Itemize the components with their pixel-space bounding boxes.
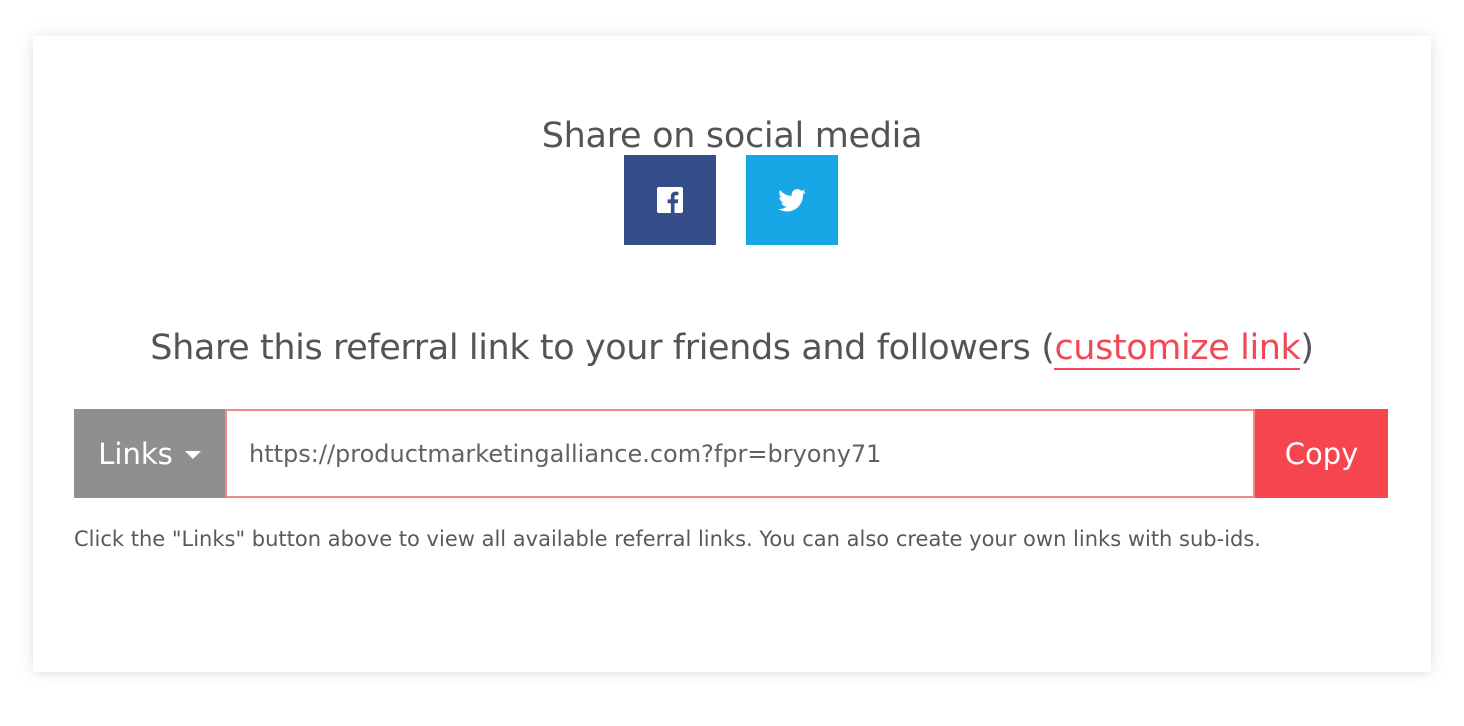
links-button-label: Links xyxy=(98,436,173,471)
social-title: Share on social media xyxy=(541,116,923,156)
copy-button[interactable]: Copy xyxy=(1255,409,1388,498)
referral-card: Share on social media Share this referra… xyxy=(33,36,1431,672)
facebook-share-button[interactable] xyxy=(624,155,716,245)
twitter-icon xyxy=(778,188,806,212)
facebook-icon xyxy=(657,187,683,213)
links-dropdown-button[interactable]: Links xyxy=(74,409,225,498)
referral-title-text: Share this referral link to your friends… xyxy=(150,328,1055,368)
referral-title: Share this referral link to your friends… xyxy=(33,328,1431,370)
referral-url-input[interactable] xyxy=(225,409,1255,498)
customize-link[interactable]: customize link xyxy=(1054,328,1301,370)
twitter-share-button[interactable] xyxy=(746,155,838,245)
links-help-text: Click the "Links" button above to view a… xyxy=(74,527,1261,551)
social-buttons xyxy=(624,155,838,245)
caret-down-icon xyxy=(184,450,201,459)
referral-title-suffix: ) xyxy=(1300,328,1314,368)
referral-link-bar: Links Copy xyxy=(74,409,1388,498)
